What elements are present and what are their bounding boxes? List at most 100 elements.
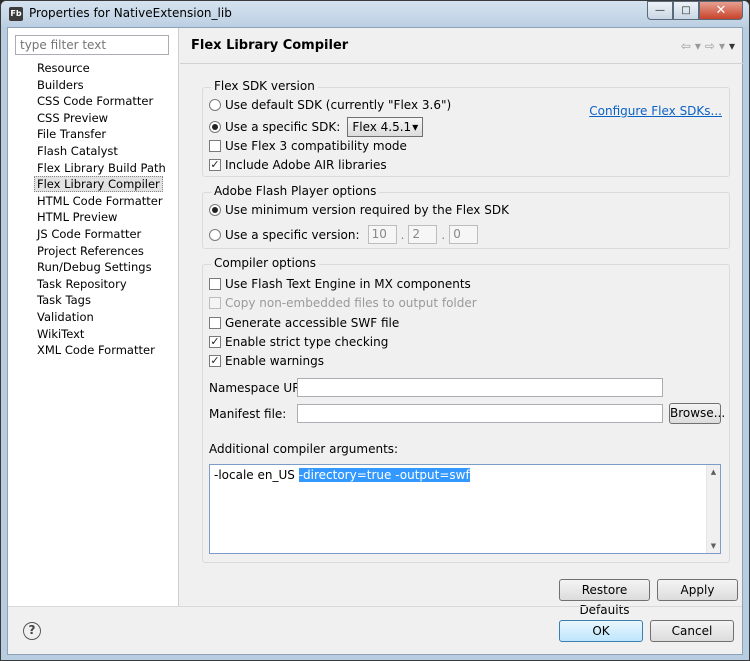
- warnings-label: Enable warnings: [225, 354, 324, 368]
- version-dot: .: [400, 227, 405, 242]
- default-sdk-option[interactable]: Use default SDK (currently "Flex 3.6"): [209, 98, 451, 112]
- nav-item-task-repository[interactable]: Task Repository: [8, 276, 178, 293]
- nav-item-html-preview[interactable]: HTML Preview: [8, 209, 178, 226]
- copy-files-checkbox: [209, 297, 221, 309]
- accessible-swf-option[interactable]: Generate accessible SWF file: [209, 316, 399, 330]
- title-bar[interactable]: Fb Properties for NativeExtension_lib — …: [1, 1, 749, 27]
- args-unselected-text: -locale en_US: [214, 468, 299, 482]
- page-title: Flex Library Compiler: [191, 38, 349, 53]
- nav-item-label: Task Tags: [37, 293, 91, 308]
- specific-sdk-radio[interactable]: [209, 121, 221, 133]
- flex3-compat-option[interactable]: Use Flex 3 compatibility mode: [209, 139, 407, 153]
- default-sdk-label: Use default SDK (currently "Flex 3.6"): [225, 98, 452, 112]
- nav-item-label: HTML Code Formatter: [37, 193, 163, 208]
- args-scrollbar[interactable]: ▲ ▼: [706, 465, 720, 553]
- major-version-field[interactable]: 10: [367, 225, 397, 244]
- back-dropdown-icon[interactable]: ▾: [695, 39, 701, 53]
- flex-sdk-group-label: Flex SDK version: [211, 79, 318, 93]
- text-engine-option[interactable]: Use Flash Text Engine in MX components: [209, 277, 471, 291]
- version-dot: .: [441, 227, 446, 242]
- nav-item-label: CSS Code Formatter: [37, 94, 154, 109]
- copy-files-label: Copy non-embedded files to output folder: [225, 296, 477, 310]
- strict-type-label: Enable strict type checking: [225, 335, 389, 349]
- specific-sdk-option[interactable]: Use a specific SDK: Flex 4.5.1 ▾: [209, 117, 424, 137]
- minimum-version-option[interactable]: Use minimum version required by the Flex…: [209, 203, 509, 217]
- help-icon[interactable]: ?: [23, 622, 41, 640]
- nav-item-resource[interactable]: Resource: [8, 60, 178, 77]
- flash-player-group-label: Adobe Flash Player options: [211, 184, 380, 198]
- minimize-button[interactable]: —: [647, 1, 673, 20]
- forward-dropdown-icon[interactable]: ▾: [719, 39, 725, 53]
- ok-button[interactable]: OK: [559, 620, 643, 642]
- configure-sdks-link[interactable]: Configure Flex SDKs...: [589, 104, 722, 118]
- manifest-file-input[interactable]: [297, 404, 663, 423]
- nav-item-label: HTML Preview: [37, 210, 118, 225]
- air-libraries-label: Include Adobe AIR libraries: [225, 158, 387, 172]
- nav-item-task-tags[interactable]: Task Tags: [8, 292, 178, 309]
- minor-version-field[interactable]: 2: [408, 225, 438, 244]
- warnings-option[interactable]: ✓ Enable warnings: [209, 354, 324, 368]
- nav-item-label: CSS Preview: [37, 110, 109, 125]
- namespace-url-input[interactable]: [297, 378, 663, 397]
- nav-item-css-code-formatter[interactable]: CSS Code Formatter: [8, 93, 178, 110]
- nav-item-label: XML Code Formatter: [37, 343, 155, 358]
- nav-item-flex-library-compiler[interactable]: Flex Library Compiler: [8, 176, 178, 193]
- forward-arrow-icon[interactable]: ⇨: [705, 39, 715, 53]
- nav-item-xml-code-formatter[interactable]: XML Code Formatter: [8, 342, 178, 359]
- compiler-args-label: Additional compiler arguments:: [209, 442, 399, 456]
- nav-item-flex-library-build-path[interactable]: Flex Library Build Path: [8, 160, 178, 177]
- nav-item-label: Project References: [37, 243, 144, 258]
- apply-button[interactable]: Apply: [657, 579, 738, 601]
- nav-item-run-debug-settings[interactable]: Run/Debug Settings: [8, 259, 178, 276]
- nav-item-flash-catalyst[interactable]: Flash Catalyst: [8, 143, 178, 160]
- restore-defaults-button[interactable]: Restore Defaults: [559, 579, 650, 617]
- nav-item-project-references[interactable]: Project References: [8, 243, 178, 260]
- back-arrow-icon[interactable]: ⇦: [681, 39, 691, 53]
- specific-version-option[interactable]: Use a specific version: 10 . 2 . 0: [209, 225, 479, 244]
- category-tree: Resource Builders CSS Code Formatter CSS Pr…: [8, 60, 178, 359]
- flex3-compat-checkbox[interactable]: [209, 140, 221, 152]
- nav-item-validation[interactable]: Validation: [8, 309, 178, 326]
- nav-item-html-code-formatter[interactable]: HTML Code Formatter: [8, 193, 178, 210]
- default-sdk-radio[interactable]: [209, 99, 221, 111]
- property-page: Flex Library Compiler ⇦ ▾ ⇨ ▾ ▾ Flex SDK…: [180, 28, 743, 617]
- scroll-up-icon[interactable]: ▲: [707, 465, 720, 479]
- nav-item-file-transfer[interactable]: File Transfer: [8, 126, 178, 143]
- close-button[interactable]: ✕: [699, 1, 743, 20]
- maximize-button[interactable]: □: [673, 1, 699, 20]
- cancel-button[interactable]: Cancel: [650, 620, 734, 642]
- window-title: Properties for NativeExtension_lib: [29, 6, 232, 20]
- strict-type-option[interactable]: ✓ Enable strict type checking: [209, 335, 388, 349]
- accessible-swf-label: Generate accessible SWF file: [225, 316, 400, 330]
- nav-item-wikitext[interactable]: WikiText: [8, 326, 178, 343]
- strict-type-checkbox[interactable]: ✓: [209, 336, 221, 348]
- browse-button[interactable]: Browse...: [669, 403, 725, 424]
- warnings-checkbox[interactable]: ✓: [209, 355, 221, 367]
- nav-item-label: Run/Debug Settings: [37, 260, 152, 275]
- app-icon: Fb: [9, 7, 23, 21]
- specific-version-label: Use a specific version:: [225, 227, 360, 242]
- nav-item-builders[interactable]: Builders: [8, 77, 178, 94]
- compiler-options-group-label: Compiler options: [211, 256, 320, 270]
- text-engine-checkbox[interactable]: [209, 278, 221, 290]
- sdk-select-value: Flex 4.5.1: [352, 120, 412, 134]
- scroll-down-icon[interactable]: ▼: [707, 539, 720, 553]
- args-selected-text: -directory=true -output=swf: [298, 468, 470, 482]
- minimum-version-radio[interactable]: [209, 204, 221, 216]
- nav-item-js-code-formatter[interactable]: JS Code Formatter: [8, 226, 178, 243]
- accessible-swf-checkbox[interactable]: [209, 317, 221, 329]
- view-menu-icon[interactable]: ▾: [729, 39, 735, 53]
- compiler-args-textarea[interactable]: -locale en_US -directory=true -output=sw…: [209, 464, 721, 554]
- filter-input[interactable]: [15, 35, 169, 55]
- manifest-file-label: Manifest file:: [209, 407, 287, 421]
- nav-item-label: Validation: [37, 309, 94, 324]
- nav-item-css-preview[interactable]: CSS Preview: [8, 110, 178, 127]
- nav-item-label: Flash Catalyst: [37, 143, 118, 158]
- specific-sdk-label: Use a specific SDK:: [225, 120, 341, 134]
- sdk-select[interactable]: Flex 4.5.1 ▾: [347, 117, 424, 137]
- specific-version-radio[interactable]: [209, 228, 221, 241]
- air-libraries-checkbox[interactable]: ✓: [209, 159, 221, 171]
- air-libraries-option[interactable]: ✓ Include Adobe AIR libraries: [209, 158, 387, 172]
- revision-version-field[interactable]: 0: [449, 225, 479, 244]
- title-separator: [180, 63, 743, 64]
